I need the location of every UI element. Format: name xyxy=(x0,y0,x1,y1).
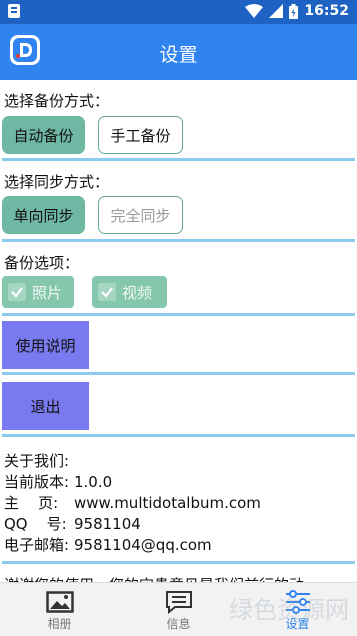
photo-checkbox-label: 照片 xyxy=(32,283,63,302)
divider xyxy=(2,372,355,375)
status-bar: 16:52 xyxy=(0,0,357,24)
image-icon xyxy=(45,589,75,615)
nav-messages-label: 信息 xyxy=(166,617,191,631)
about-title: 关于我们: xyxy=(4,452,70,470)
status-time: 16:52 xyxy=(304,3,349,19)
divider xyxy=(2,313,355,316)
divider xyxy=(2,158,355,161)
bottom-navigation: 相册 信息 设置 xyxy=(0,582,357,636)
backup-options-label: 备份选项： xyxy=(4,254,80,272)
checkbox-checked-icon xyxy=(8,283,26,301)
sliders-icon xyxy=(283,589,313,615)
about-row: 主 页: www.multidotalbum.com xyxy=(4,493,261,514)
divider xyxy=(2,561,355,564)
page-title: 设置 xyxy=(159,44,198,66)
email-value: 9581104@qq.com xyxy=(74,536,212,554)
nav-album-label: 相册 xyxy=(47,617,72,631)
homepage-key: 主 页: xyxy=(4,494,59,512)
instructions-button[interactable]: 使用说明 xyxy=(2,321,89,369)
notification-icon xyxy=(8,4,20,18)
homepage-value: www.multidotalbum.com xyxy=(74,494,261,512)
video-checkbox-label: 视频 xyxy=(122,283,153,302)
divider xyxy=(2,434,355,437)
email-key: 电子邮箱: xyxy=(4,536,70,554)
message-icon xyxy=(164,589,194,615)
signal-icon xyxy=(269,4,284,18)
version-value: 1.0.0 xyxy=(74,473,113,491)
auto-backup-button[interactable]: 自动备份 xyxy=(2,116,85,154)
backup-mode-label: 选择备份方式： xyxy=(4,92,110,110)
sync-mode-label: 选择同步方式： xyxy=(4,173,110,191)
photo-checkbox[interactable]: 照片 xyxy=(2,276,74,308)
nav-settings-label: 设置 xyxy=(285,617,310,631)
version-key: 当前版本: xyxy=(4,473,70,491)
checkbox-checked-icon xyxy=(98,283,116,301)
about-row: QQ 号: 9581104 xyxy=(4,514,261,535)
qq-key: QQ 号: xyxy=(4,515,67,533)
one-way-sync-button[interactable]: 单向同步 xyxy=(2,196,85,234)
wifi-icon xyxy=(245,4,264,18)
manual-backup-button[interactable]: 手工备份 xyxy=(98,116,183,154)
exit-button[interactable]: 退出 xyxy=(2,382,89,430)
nav-album[interactable]: 相册 xyxy=(0,583,119,636)
qq-value: 9581104 xyxy=(74,515,141,533)
about-row: 电子邮箱: 9581104@qq.com xyxy=(4,535,261,556)
full-sync-button[interactable]: 完全同步 xyxy=(98,196,183,234)
about-row: 当前版本: 1.0.0 xyxy=(4,472,261,493)
app-bar: 设置 xyxy=(0,24,357,80)
battery-icon xyxy=(289,3,299,19)
about-section: 关于我们: 当前版本: 1.0.0 主 页: www.multidotalbum… xyxy=(4,451,261,556)
divider xyxy=(2,239,355,242)
nav-messages[interactable]: 信息 xyxy=(119,583,238,636)
nav-settings[interactable]: 设置 xyxy=(238,583,357,636)
video-checkbox[interactable]: 视频 xyxy=(92,276,167,308)
